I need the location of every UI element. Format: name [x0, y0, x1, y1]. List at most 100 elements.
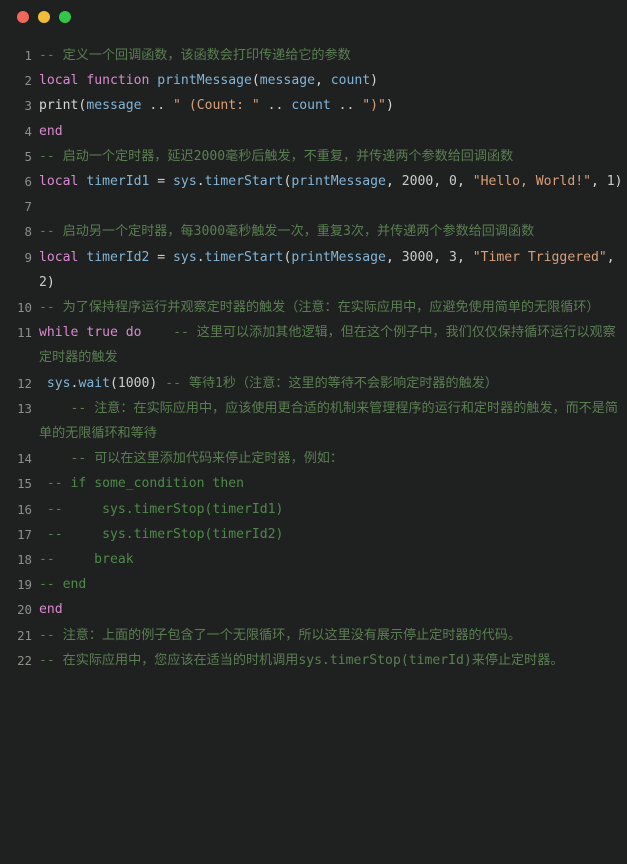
token-comment: 为了保持程序运行并观察定时器的触发（注意：在实际应用中，应避免使用简单的无限循环…	[62, 300, 600, 316]
code-line-content: -- 为了保持程序运行并观察定时器的触发（注意：在实际应用中，应避免使用简单的无…	[32, 295, 625, 320]
token-plain: .	[196, 174, 205, 190]
token-comment: --	[70, 400, 95, 416]
line-number: 18	[17, 552, 32, 568]
line-number: 9	[24, 249, 32, 265]
token-plain: ,	[314, 73, 331, 89]
token-plain: (	[251, 73, 260, 89]
token-plain: ,	[385, 174, 402, 190]
token-comment-b: -- sys.timerStop(timerId1)	[39, 501, 284, 517]
line-number: 14	[17, 451, 32, 467]
token-kw: local	[39, 174, 79, 190]
code-line-content: -- if some_condition then	[32, 471, 625, 496]
code-line[interactable]: 18 -- break	[8, 547, 625, 572]
token-comment: --	[70, 451, 95, 467]
code-line[interactable]: 10 -- 为了保持程序运行并观察定时器的触发（注意：在实际应用中，应避免使用简单…	[8, 295, 625, 320]
code-line[interactable]: 14 -- 可以在这里添加代码来停止定时器，例如：	[8, 446, 625, 471]
code-line-content: -- 定义一个回调函数，该函数会打印传递给它的参数	[32, 43, 625, 68]
line-number: 3	[24, 98, 32, 114]
token-plain: )	[385, 98, 394, 114]
code-line[interactable]: 15 -- if some_condition then	[8, 471, 625, 496]
code-line[interactable]: 1 -- 定义一个回调函数，该函数会打印传递给它的参数	[8, 43, 625, 68]
token-kw: end	[39, 602, 63, 618]
code-line[interactable]: 8 -- 启动另一个定时器，每3000毫秒触发一次，重复3次，并传递两个参数给回调…	[8, 219, 625, 244]
minimize-window-button[interactable]	[38, 11, 50, 23]
token-plain: ,	[385, 249, 402, 265]
code-line[interactable]: 22 -- 在实际应用中，您应该在适当的时机调用sys.timerStop(tim…	[8, 648, 625, 673]
token-plain: )	[614, 174, 623, 190]
token-comment: 可以在这里添加代码来停止定时器，例如：	[94, 451, 343, 467]
line-number: 21	[17, 627, 32, 643]
token-str: "Hello, World!"	[472, 174, 591, 190]
token-id: printMessage	[291, 249, 386, 265]
token-id: count	[291, 98, 331, 114]
code-line[interactable]: 19 -- end	[8, 572, 625, 597]
line-number: 12	[17, 375, 32, 391]
token-comment-b: -- if some_condition then	[39, 476, 244, 492]
close-window-button[interactable]	[17, 11, 29, 23]
code-line[interactable]: 9 local timerId2 = sys.timerStart(printMe…	[8, 245, 625, 295]
code-line[interactable]: 12 sys.wait(1000) -- 等待1秒（注意：这里的等待不会影响定时…	[8, 371, 625, 396]
line-number: 5	[24, 148, 32, 164]
code-line[interactable]: 4 end	[8, 119, 625, 144]
token-id: printMessage	[291, 174, 386, 190]
code-line-content	[32, 194, 625, 219]
token-comment: --	[39, 652, 63, 668]
code-line-content: -- break	[32, 547, 625, 572]
token-kw: local	[39, 73, 79, 89]
token-comment: 注意：上面的例子包含了一个无限循环，所以这里没有展示停止定时器的代码。	[62, 627, 521, 643]
token-num: 2	[39, 274, 47, 290]
line-number: 16	[17, 501, 32, 517]
code-line[interactable]: 2 local function printMessage(message, co…	[8, 68, 625, 93]
code-line-content: -- 启动另一个定时器，每3000毫秒触发一次，重复3次，并传递两个参数给回调函…	[32, 219, 625, 244]
token-plain: )	[370, 73, 379, 89]
token-plain: ,	[456, 249, 473, 265]
code-line[interactable]: 5 -- 启动一个定时器，延迟2000毫秒后触发，不重复，并传递两个参数给回调函数	[8, 144, 625, 169]
token-comment: --	[39, 300, 63, 316]
token-comment: 在实际应用中，您应该在适当的时机调用sys.timerStop(timerId)…	[62, 652, 564, 668]
token-id: sys	[46, 375, 71, 391]
token-plain: )	[46, 274, 55, 290]
maximize-window-button[interactable]	[59, 11, 71, 23]
code-line[interactable]: 13 -- 注意：在实际应用中，应该使用更合适的机制来管理程序的运行和定时器的触…	[8, 396, 625, 446]
token-str: " (Count: "	[173, 98, 260, 114]
token-plain: (	[109, 375, 118, 391]
code-line[interactable]: 7	[8, 194, 625, 219]
code-line[interactable]: 16 -- sys.timerStop(timerId1)	[8, 497, 625, 522]
code-line-content: -- 注意：上面的例子包含了一个无限循环，所以这里没有展示停止定时器的代码。	[32, 623, 625, 648]
token-str: "Timer Triggered"	[472, 249, 607, 265]
code-line-content: local timerId1 = sys.timerStart(printMes…	[32, 169, 625, 194]
code-line[interactable]: 11 while true do -- 这里可以添加其他逻辑，但在这个例子中，我们…	[8, 320, 625, 370]
token-comment: 启动另一个定时器，每3000毫秒触发一次，重复3次，并传递两个参数给回调函数	[62, 224, 535, 240]
token-num: 3000	[401, 249, 434, 265]
code-line-content: -- sys.timerStop(timerId1)	[32, 497, 625, 522]
token-num: 1	[606, 174, 615, 190]
code-line-content: print(message .. " (Count: " .. count ..…	[32, 93, 625, 118]
code-line[interactable]: 17 -- sys.timerStop(timerId2)	[8, 522, 625, 547]
line-number: 6	[24, 174, 32, 190]
token-kw: true	[86, 325, 118, 341]
window-title-bar	[0, 0, 627, 34]
line-number: 7	[24, 199, 32, 215]
token-op: ..	[141, 98, 174, 114]
token-kw: end	[39, 123, 63, 139]
code-line[interactable]: 6 local timerId1 = sys.timerStart(printMe…	[8, 169, 625, 194]
code-line[interactable]: 20 end	[8, 597, 625, 622]
token-id: sys	[173, 249, 197, 265]
code-line[interactable]: 21 -- 注意：上面的例子包含了一个无限循环，所以这里没有展示停止定时器的代码。	[8, 623, 625, 648]
token-id: timerId1	[86, 174, 150, 190]
token-comment: 启动一个定时器，延迟2000毫秒后触发，不重复，并传递两个参数给回调函数	[62, 148, 514, 164]
code-line[interactable]: 3 print(message .. " (Count: " .. count .…	[8, 93, 625, 118]
line-number: 1	[24, 48, 32, 63]
line-number: 2	[24, 73, 32, 89]
token-op: =	[149, 174, 174, 190]
code-content-area[interactable]: 1 -- 定义一个回调函数，该函数会打印传递给它的参数 2 local functio…	[0, 34, 627, 673]
line-number: 10	[17, 300, 32, 316]
token-kw: while	[39, 325, 79, 341]
code-line-content: -- 启动一个定时器，延迟2000毫秒后触发，不重复，并传递两个参数给回调函数	[32, 144, 625, 169]
token-comment: 定义一个回调函数，该函数会打印传递给它的参数	[62, 48, 351, 63]
token-op: =	[149, 249, 174, 265]
